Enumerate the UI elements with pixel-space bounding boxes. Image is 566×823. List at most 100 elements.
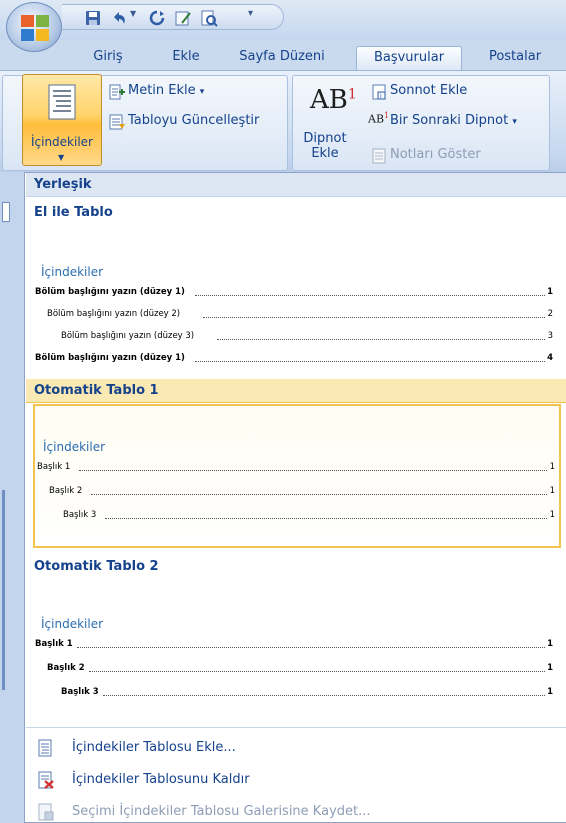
insert-toc-icon	[38, 739, 52, 757]
toc-line-leader	[195, 295, 545, 296]
tab-references[interactable]: Başvurular	[356, 46, 462, 70]
toc-line-leader	[89, 671, 545, 672]
print-preview-icon[interactable]	[200, 9, 218, 27]
builtin-header: Yerleşik	[26, 173, 566, 197]
auto-table-2-header: Otomatik Tablo 2	[26, 555, 566, 579]
redo-icon[interactable]	[148, 9, 166, 27]
toc-line-page: 2	[547, 309, 553, 319]
customize-qat-arrow[interactable]: ▾	[248, 8, 253, 19]
insert-footnote-button[interactable]: Dipnot Ekle	[302, 131, 348, 161]
save-icon[interactable]	[84, 9, 102, 27]
insert-toc-label: İçindekiler Tablosu Ekle...	[72, 740, 236, 755]
next-footnote-label: Bir Sonraki Dipnot	[390, 113, 509, 128]
tab-home[interactable]: Giriş	[88, 46, 128, 70]
toc-line: Bölüm başlığını yazın (düzey 1) 1	[33, 287, 553, 301]
save-selection-label: Seçimi İçindekiler Tablosu Galerisine Ka…	[72, 804, 371, 819]
toc-line-leader	[77, 647, 545, 648]
update-table-icon	[109, 114, 125, 130]
toc-line-page: 1	[547, 639, 553, 649]
tab-page-layout[interactable]: Sayfa Düzeni	[232, 46, 332, 70]
update-table-button[interactable]: Tabloyu Güncelleştir	[128, 113, 259, 128]
show-notes-icon	[372, 148, 386, 164]
manual-toc-title: İçindekiler	[41, 265, 104, 279]
auto-table-1-preview[interactable]: İçindekiler Başlık 1 1 Başlık 2 1 Başlık…	[33, 404, 561, 548]
toc-line-leader	[203, 317, 545, 318]
toc-line-leader	[91, 494, 547, 495]
toc-line-text: Başlık 2	[49, 486, 83, 496]
tab-mailings[interactable]: Postalar	[480, 46, 550, 70]
toc-line-text: Bölüm başlığını yazın (düzey 1)	[35, 353, 185, 363]
toc-line-text: Başlık 3	[61, 687, 99, 697]
toc-button-label: İçindekiler	[30, 135, 93, 149]
add-text-arrow: ▾	[199, 87, 205, 97]
quick-access-toolbar: ▼ ▾	[62, 4, 284, 30]
remove-toc-label: İçindekiler Tablosunu Kaldır	[72, 772, 250, 787]
manual-table-header: El ile Tablo	[26, 201, 566, 225]
toc-line-leader	[79, 470, 547, 471]
toc-line-page: 1	[547, 687, 553, 697]
toc-line: Bölüm başlığını yazın (düzey 1) 4	[33, 353, 553, 367]
next-footnote-button[interactable]: Bir Sonraki Dipnot ▾	[390, 113, 517, 128]
toc-line-text: Bölüm başlığını yazın (düzey 3)	[61, 331, 195, 341]
add-text-button[interactable]: Metin Ekle ▾	[128, 83, 204, 98]
toc-line-text: Bölüm başlığını yazın (düzey 2)	[47, 309, 181, 319]
next-footnote-arrow: ▾	[512, 117, 517, 127]
auto-table-2-preview[interactable]: İçindekiler Başlık 1 1 Başlık 2 1 Başlık…	[33, 583, 561, 723]
auto2-toc-title: İçindekiler	[41, 617, 104, 631]
toc-line: Başlık 1 1	[33, 639, 553, 653]
toc-line-page: 1	[549, 510, 555, 520]
document-left-edge	[0, 172, 24, 823]
draw-table-icon[interactable]	[174, 9, 192, 27]
toc-line-page: 1	[549, 486, 555, 496]
left-edge-bar	[2, 490, 5, 690]
commands-separator	[26, 727, 566, 728]
office-button[interactable]	[6, 2, 62, 52]
toc-line: Başlık 3 1	[33, 687, 553, 701]
insert-footnote-label-2: Ekle	[311, 146, 339, 161]
toc-line: Başlık 3 1	[35, 510, 555, 524]
footnote-ab-sup: 1	[347, 86, 357, 103]
toc-line-page: 4	[547, 353, 553, 363]
toc-dropdown: Yerleşik El ile Tablo İçindekiler Bölüm …	[24, 172, 566, 823]
add-text-label: Metin Ekle	[128, 83, 196, 98]
footnote-ab-glyph: AB1	[310, 85, 357, 115]
toc-line-page: 3	[547, 331, 553, 341]
toc-line-text: Başlık 3	[63, 510, 97, 520]
title-bar: ▼ ▾	[0, 0, 566, 40]
toc-line-text: Başlık 1	[37, 462, 71, 472]
insert-endnote-icon: i	[372, 84, 386, 100]
save-selection-icon	[38, 803, 54, 821]
toc-line-page: 1	[549, 462, 555, 472]
toc-line: Başlık 2 1	[35, 486, 555, 500]
toc-line: Bölüm başlığını yazın (düzey 3) 3	[33, 331, 553, 345]
undo-icon[interactable]	[110, 9, 128, 27]
remove-toc-icon	[38, 771, 54, 789]
toc-line: Başlık 2 1	[33, 663, 553, 677]
tab-insert[interactable]: Ekle	[166, 46, 206, 70]
next-footnote-icon: AB1	[368, 111, 390, 126]
footnote-ab-text: AB	[310, 85, 348, 115]
toc-line-page: 1	[547, 287, 553, 297]
insert-footnote-label-1: Dipnot	[303, 131, 347, 146]
insert-endnote-button[interactable]: Sonnot Ekle	[390, 83, 467, 98]
undo-dropdown-arrow[interactable]: ▼	[130, 9, 136, 18]
ribbon-tabs: Giriş Ekle Sayfa Düzeni Başvurular Posta…	[0, 40, 566, 70]
toc-line: Başlık 1 1	[35, 462, 555, 476]
insert-toc-command[interactable]: İçindekiler Tablosu Ekle...	[26, 733, 566, 763]
toc-line-page: 1	[547, 663, 553, 673]
manual-table-preview[interactable]: İçindekiler Bölüm başlığını yazın (düzey…	[33, 231, 561, 371]
remove-toc-command[interactable]: İçindekiler Tablosunu Kaldır	[26, 765, 566, 795]
toc-line-text: Başlık 2	[47, 663, 85, 673]
show-notes-button[interactable]: Notları Göster	[390, 147, 481, 162]
ruler-marker	[2, 202, 10, 222]
add-text-icon	[109, 84, 125, 100]
toc-line-text: Başlık 1	[35, 639, 73, 649]
auto1-toc-title: İçindekiler	[43, 440, 106, 454]
toc-button[interactable]: İçindekiler ▼	[22, 74, 102, 166]
toc-button-arrow: ▼	[58, 153, 65, 162]
office-logo-icon	[21, 15, 49, 41]
auto-table-1-header: Otomatik Tablo 1	[26, 379, 566, 403]
save-selection-command[interactable]: Seçimi İçindekiler Tablosu Galerisine Ka…	[26, 797, 566, 823]
toc-line: Bölüm başlığını yazın (düzey 2) 2	[33, 309, 553, 323]
toc-line-leader	[217, 339, 545, 340]
